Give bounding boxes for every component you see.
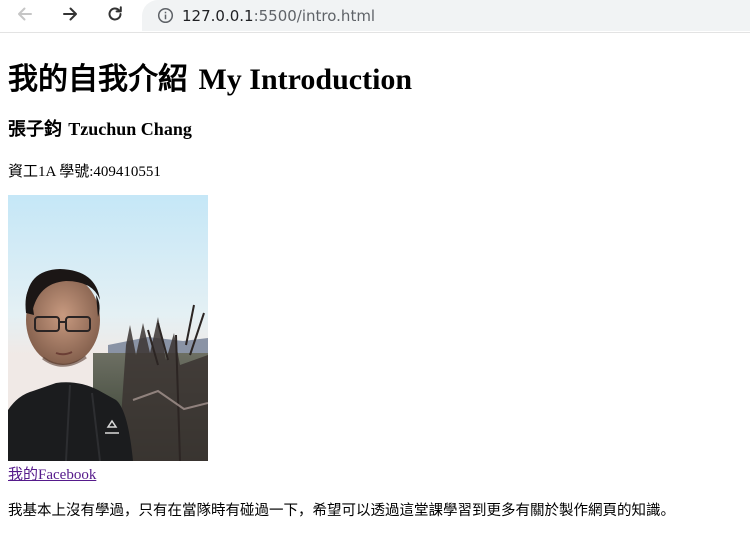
name-cjk: 張子鈞 xyxy=(8,119,62,140)
title-latin: My Introduction xyxy=(198,63,413,96)
url-text[interactable]: 127.0.0.1:5500/intro.html xyxy=(182,7,375,25)
info-circle-icon[interactable] xyxy=(156,7,174,25)
page-title: 我的自我介紹 My Introduction xyxy=(8,33,742,98)
title-cjk: 我的自我介紹 xyxy=(8,62,188,97)
url-path: :5500/intro.html xyxy=(253,6,376,25)
author-name: 張子鈞 Tzuchun Chang xyxy=(8,98,742,141)
page-content: 我的自我介紹 My Introduction 張子鈞 Tzuchun Chang… xyxy=(0,33,750,521)
profile-photo xyxy=(8,195,208,461)
forward-button[interactable] xyxy=(57,1,83,27)
student-info: 資工1A 學號:409410551 xyxy=(8,164,161,180)
url-host: 127.0.0.1 xyxy=(182,6,254,25)
arrow-left-icon xyxy=(18,7,32,21)
address-bar[interactable]: 127.0.0.1:5500/intro.html xyxy=(142,0,750,31)
browser-toolbar: 127.0.0.1:5500/intro.html xyxy=(0,0,750,33)
reload-icon xyxy=(108,6,122,21)
arrow-right-icon xyxy=(63,7,77,21)
reload-button[interactable] xyxy=(102,1,128,27)
facebook-link[interactable]: 我的Facebook xyxy=(8,465,96,485)
about-paragraph: 我基本上沒有學過，只有在當隊時有碰過一下，希望可以透過這堂課學習到更多有關於製作… xyxy=(8,503,675,519)
name-latin: Tzuchun Chang xyxy=(68,119,192,139)
back-button[interactable] xyxy=(12,1,38,27)
